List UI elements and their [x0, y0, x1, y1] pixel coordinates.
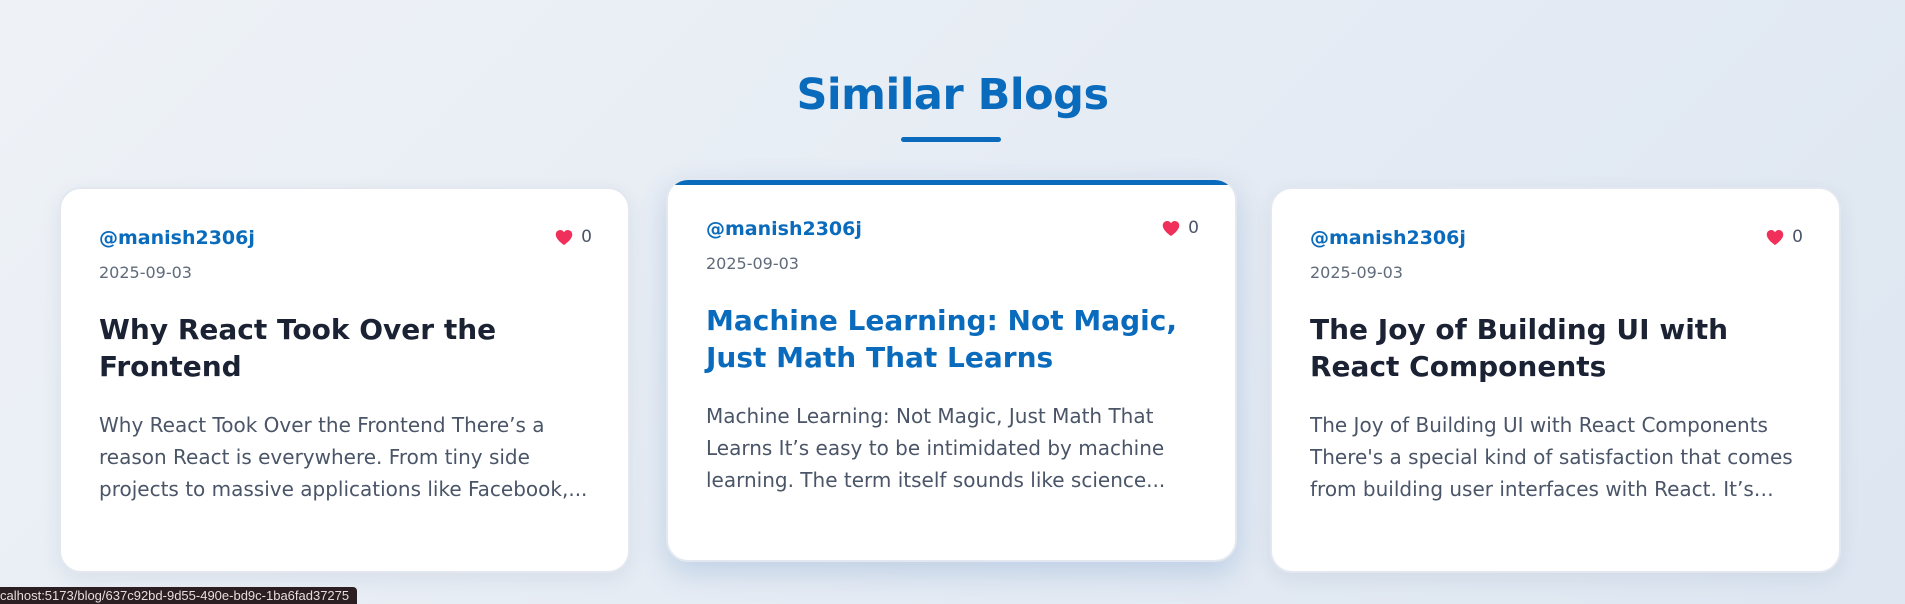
- heart-icon: [1766, 229, 1784, 245]
- author-link[interactable]: @manish2306j: [99, 227, 255, 249]
- blog-excerpt: Machine Learning: Not Magic, Just Math T…: [706, 404, 1166, 492]
- like-count: 0: [1792, 227, 1803, 247]
- author-link[interactable]: @manish2306j: [706, 218, 862, 240]
- similar-blogs-page: Similar Blogs @manish2306j 0 2025-09-03 …: [0, 0, 1905, 604]
- status-bar-url: calhost:5173/blog/637c92bd-9d55-490e-bd9…: [0, 587, 358, 604]
- blog-title[interactable]: Why React Took Over the Frontend: [99, 311, 599, 385]
- blog-card[interactable]: @manish2306j 0 2025-09-03 Machine Learni…: [666, 178, 1237, 562]
- post-date: 2025-09-03: [1310, 263, 1403, 282]
- like-button[interactable]: 0: [1162, 218, 1199, 238]
- section-title: Similar Blogs: [796, 70, 1109, 120]
- heart-icon: [555, 229, 573, 245]
- like-count: 0: [1188, 218, 1199, 238]
- post-date: 2025-09-03: [706, 254, 799, 273]
- title-underline: [901, 137, 1001, 142]
- heart-icon: [1162, 220, 1180, 236]
- like-button[interactable]: 0: [555, 227, 592, 247]
- blog-title[interactable]: The Joy of Building UI with React Compon…: [1310, 311, 1810, 385]
- blog-excerpt: Why React Took Over the Frontend There’s…: [99, 413, 588, 501]
- author-link[interactable]: @manish2306j: [1310, 227, 1466, 249]
- like-button[interactable]: 0: [1766, 227, 1803, 247]
- blog-card[interactable]: @manish2306j 0 2025-09-03 Why React Took…: [59, 187, 630, 573]
- post-date: 2025-09-03: [99, 263, 192, 282]
- blog-title[interactable]: Machine Learning: Not Magic, Just Math T…: [706, 302, 1206, 376]
- blog-excerpt: The Joy of Building UI with React Compon…: [1310, 413, 1793, 501]
- blog-card[interactable]: @manish2306j 0 2025-09-03 The Joy of Bui…: [1270, 187, 1841, 573]
- like-count: 0: [581, 227, 592, 247]
